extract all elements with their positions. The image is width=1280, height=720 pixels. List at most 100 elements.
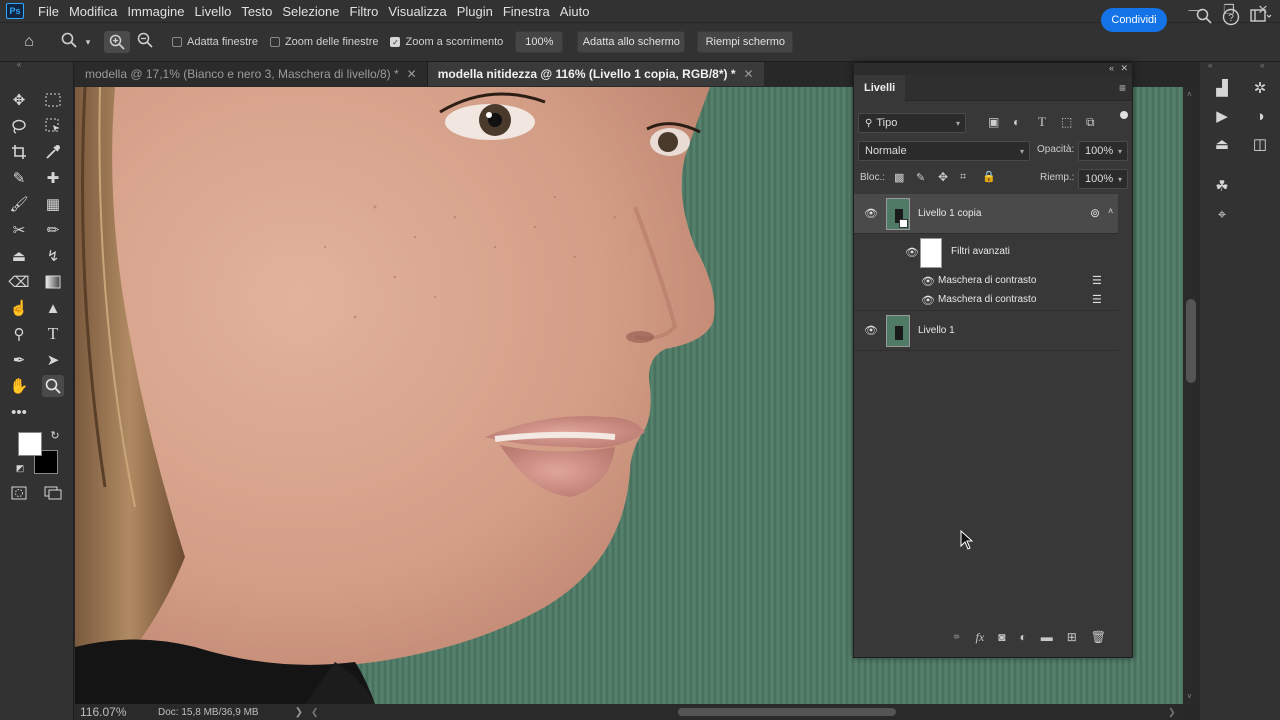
visibility-eye-icon[interactable]: 👁 — [921, 275, 935, 288]
default-colors-icon[interactable]: ◩ — [14, 462, 26, 474]
group-folder-icon[interactable]: ▬ — [1041, 630, 1053, 644]
move-tool-icon[interactable]: ✥ — [8, 89, 30, 111]
menu-immagine[interactable]: Immagine — [123, 4, 188, 19]
tab-modella[interactable]: modella @ 17,1% (Bianco e nero 3, Masche… — [75, 62, 428, 86]
scrollbar-thumb[interactable] — [1186, 299, 1196, 383]
lock-position-icon[interactable]: ✥ — [938, 170, 948, 184]
filter-smart-object-icon[interactable]: ⧉ — [1086, 115, 1095, 130]
filter-name[interactable]: Maschera di contrasto — [938, 275, 1036, 286]
filter-options-icon[interactable]: ☰ — [1092, 293, 1102, 306]
scroll-up-icon[interactable]: ˄ — [1187, 90, 1192, 99]
filter-name[interactable]: Maschera di contrasto — [938, 294, 1036, 305]
lasso-tool-icon[interactable] — [8, 115, 30, 137]
menu-file[interactable]: File — [34, 4, 63, 19]
visibility-eye-icon[interactable]: 👁 — [864, 207, 878, 220]
horizontal-scrollbar-thumb[interactable] — [678, 708, 896, 716]
collapse-panel-icon[interactable]: « — [1109, 63, 1114, 73]
eyedropper-tool-icon[interactable] — [42, 141, 64, 163]
eraser-tool-icon[interactable]: ⌫ — [8, 271, 30, 293]
history-brush-icon[interactable]: ↯ — [42, 245, 64, 267]
zoom-readout[interactable]: 116.07% — [80, 705, 152, 719]
zoom-tool-active-icon[interactable] — [42, 375, 64, 397]
fill-field[interactable]: 100% ▾ — [1078, 169, 1128, 189]
tab-modella-nitidezza[interactable]: modella nitidezza @ 116% (Livello 1 copi… — [427, 62, 764, 86]
zoom-tool-icon[interactable] — [56, 32, 82, 53]
menu-visualizza[interactable]: Visualizza — [384, 4, 450, 19]
fx-icon[interactable]: fx — [976, 630, 985, 645]
filter-adjustment-icon[interactable]: ◐ — [1013, 115, 1020, 129]
collapse-toolbar-icon[interactable]: « — [8, 60, 30, 69]
scroll-left-icon[interactable]: ❮ — [311, 707, 319, 718]
type-tool-icon[interactable]: T — [42, 323, 64, 345]
fill-screen-button[interactable]: Riempi schermo — [697, 31, 794, 53]
actions-play-icon[interactable]: ▶ — [1202, 102, 1242, 130]
menu-filtro[interactable]: Filtro — [346, 4, 383, 19]
gradient-tool-icon[interactable] — [42, 271, 64, 293]
menu-modifica[interactable]: Modifica — [65, 4, 121, 19]
smudge-tool-icon[interactable]: ☝ — [8, 297, 30, 319]
visibility-eye-icon[interactable]: 👁 — [864, 324, 878, 337]
brush-tool-icon[interactable]: 🖌 — [8, 193, 30, 215]
help-icon[interactable]: ? — [1222, 8, 1240, 30]
visibility-eye-icon[interactable]: 👁 — [921, 294, 935, 307]
link-layers-icon[interactable]: ⚭ — [951, 630, 961, 644]
menu-livello[interactable]: Livello — [190, 4, 235, 19]
adjustment-layer-icon[interactable]: ◐ — [1019, 630, 1026, 644]
collapse-dock-icon[interactable]: « — [1208, 61, 1212, 70]
menu-selezione[interactable]: Selezione — [278, 4, 343, 19]
object-selection-tool-icon[interactable] — [42, 115, 64, 137]
quick-mask-icon[interactable] — [8, 482, 30, 504]
blend-mode-dropdown[interactable]: Normale ▾ — [858, 141, 1030, 161]
chevron-down-icon[interactable]: ▾ — [82, 37, 94, 48]
scrubby-zoom-checkbox[interactable]: ✓ Zoom a scorrimento — [390, 36, 503, 48]
workspace-icon[interactable] — [1250, 8, 1272, 30]
filter-options-icon[interactable]: ☰ — [1092, 274, 1102, 287]
foreground-color-front[interactable] — [18, 432, 42, 456]
navigator-icon[interactable]: ✲ — [1240, 74, 1280, 102]
clone-source-icon[interactable]: ⏏ — [1202, 130, 1242, 158]
close-tab-icon[interactable]: ✕ — [407, 67, 417, 81]
close-tab-icon[interactable]: ✕ — [744, 67, 754, 81]
trash-icon[interactable]: 🗑 — [1091, 630, 1106, 644]
tab-layers[interactable]: Livelli — [854, 74, 906, 101]
zoom-out-icon[interactable] — [132, 32, 158, 53]
vertical-scrollbar[interactable]: ˄ ˅ — [1183, 87, 1199, 704]
hand-tool-icon[interactable]: ✋ — [8, 375, 30, 397]
path-selection-icon[interactable]: ➤ — [42, 349, 64, 371]
paths-icon[interactable]: ⌖ — [1202, 200, 1242, 228]
filter-shape-icon[interactable]: ⬚ — [1061, 115, 1072, 129]
zoom-all-windows-checkbox[interactable]: Zoom delle finestre — [269, 36, 378, 48]
fit-windows-checkbox[interactable]: Adatta finestre — [172, 36, 258, 48]
menu-plugin[interactable]: Plugin — [453, 4, 497, 19]
layer-name[interactable]: Livello 1 copia — [918, 208, 981, 219]
swap-colors-icon[interactable]: ↻ — [48, 428, 62, 442]
layer-name[interactable]: Livello 1 — [918, 325, 955, 336]
sharpen-tool-icon[interactable]: ▲ — [42, 297, 64, 319]
filter-unsharp-mask-1[interactable]: 👁 Maschera di contrasto ☰ — [854, 272, 1118, 291]
lock-all-icon[interactable]: 🔒 — [982, 170, 996, 183]
adjustments-icon[interactable]: ◑ — [1240, 102, 1280, 130]
add-mask-icon[interactable]: ◙ — [998, 630, 1005, 644]
filter-pixel-icon[interactable]: ▣ — [988, 115, 999, 129]
healing-brush-icon[interactable]: ✚ — [42, 167, 64, 189]
marquee-tool-icon[interactable] — [42, 89, 64, 111]
collapse-effects-icon[interactable]: ˄ — [1108, 206, 1113, 216]
smart-filters-row[interactable]: 👁 Filtri avanzati — [854, 234, 1118, 272]
zoom-in-icon[interactable] — [104, 31, 130, 53]
spot-healing-brush-icon[interactable]: ✎ — [8, 167, 30, 189]
collapse-dock-icon[interactable]: « — [1260, 61, 1264, 70]
scroll-right-icon[interactable]: ❯ — [1168, 707, 1176, 718]
content-aware-move-icon[interactable]: ✂ — [8, 219, 30, 241]
filter-unsharp-mask-2[interactable]: 👁 Maschera di contrasto ☰ — [854, 291, 1118, 311]
filter-mask-thumbnail[interactable] — [920, 238, 942, 268]
close-panel-icon[interactable]: ✕ — [1120, 63, 1128, 74]
channels-icon[interactable]: ☘ — [1202, 172, 1242, 200]
share-button[interactable]: Condividi — [1101, 8, 1167, 32]
layer-row-livello-1[interactable]: 👁 Livello 1 — [854, 311, 1118, 351]
lock-transparent-icon[interactable]: ▩ — [894, 171, 904, 184]
zoom-value-field[interactable]: 100% — [515, 31, 564, 53]
paint-brush-icon[interactable]: ✏ — [42, 219, 64, 241]
more-tools-icon[interactable]: ••• — [8, 401, 30, 423]
properties-icon[interactable]: ◫ — [1240, 130, 1280, 158]
crop-tool-icon[interactable] — [8, 141, 30, 163]
